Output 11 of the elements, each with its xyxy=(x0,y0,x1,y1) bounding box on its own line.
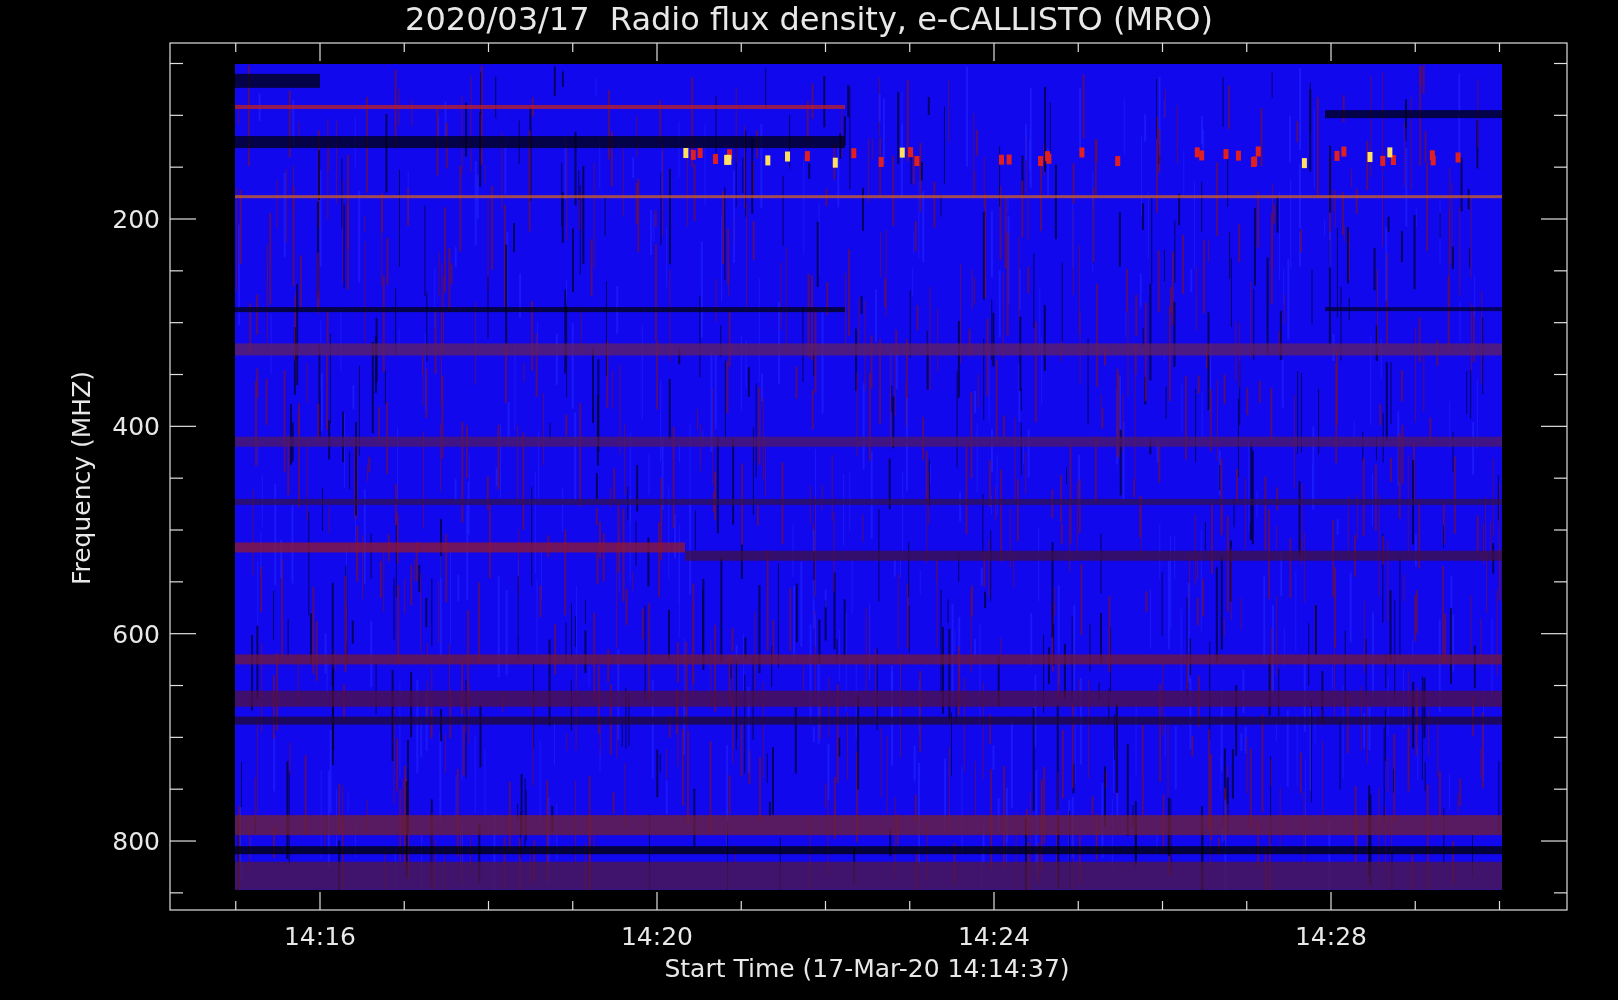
x-tick-label: 14:16 xyxy=(284,922,356,951)
y-axis-label: Frequency (MHZ) xyxy=(67,370,96,586)
chart-title: 2020/03/17 Radio flux density, e-CALLISTO (MRO) xyxy=(405,0,1213,38)
x-tick-label: 14:28 xyxy=(1295,922,1367,951)
x-axis-label: Start Time (17-Mar-20 14:14:37) xyxy=(664,954,1070,983)
y-tick-label: 200 xyxy=(112,205,160,234)
y-tick-label: 600 xyxy=(112,619,160,649)
y-tick-label: 800 xyxy=(112,827,160,856)
x-tick-label: 14:24 xyxy=(958,922,1030,951)
y-tick-label: 400 xyxy=(112,412,160,442)
x-tick-label: 14:20 xyxy=(621,922,693,951)
